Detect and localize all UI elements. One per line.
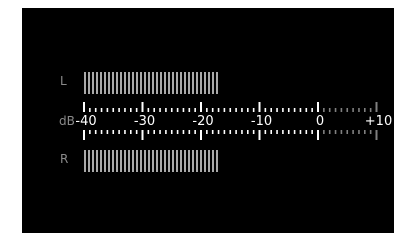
- level-segment: [184, 150, 186, 172]
- level-segment: [144, 150, 146, 172]
- level-segment: [88, 150, 90, 172]
- level-segment: [216, 150, 218, 172]
- level-segment: [208, 150, 210, 172]
- level-segment: [168, 150, 170, 172]
- level-segment: [136, 150, 138, 172]
- level-segment: [132, 150, 134, 172]
- level-segment: [92, 150, 94, 172]
- scale-label: -10: [250, 114, 273, 129]
- scale-label: -40: [75, 114, 97, 129]
- level-segment: [128, 150, 130, 172]
- level-segment: [96, 150, 98, 172]
- scale-label: -20: [192, 114, 214, 129]
- scale-label: +10: [364, 114, 393, 129]
- level-segment: [164, 150, 166, 172]
- level-segment: [176, 150, 178, 172]
- level-segment: [108, 150, 110, 172]
- level-segment: [156, 150, 158, 172]
- level-segment: [116, 150, 118, 172]
- level-segment: [172, 150, 174, 172]
- level-segment: [148, 150, 150, 172]
- level-segment: [160, 150, 162, 172]
- level-segment: [180, 150, 182, 172]
- level-segment: [196, 150, 198, 172]
- level-segment: [124, 150, 126, 172]
- level-segment: [200, 150, 202, 172]
- level-segment: [140, 150, 142, 172]
- level-segment: [152, 150, 154, 172]
- scale-label: -30: [133, 114, 156, 129]
- level-segment: [84, 150, 86, 172]
- scale-label: 0: [315, 114, 325, 129]
- level-segment: [104, 150, 106, 172]
- level-segment: [212, 150, 214, 172]
- level-segment: [120, 150, 122, 172]
- level-segment: [188, 150, 190, 172]
- level-segment: [192, 150, 194, 172]
- right-channel-label: R: [60, 152, 69, 166]
- level-segment: [204, 150, 206, 172]
- level-segment: [112, 150, 114, 172]
- level-segment: [100, 150, 102, 172]
- audio-level-meter-panel: L dB -40 -30 -20 -10 0 +10 R: [22, 8, 394, 233]
